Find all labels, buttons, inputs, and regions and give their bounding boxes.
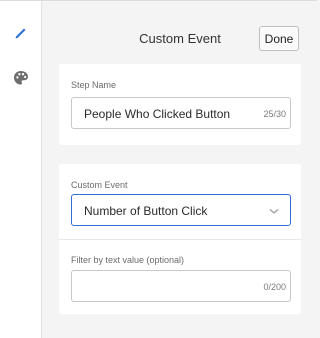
step-name-counter: 25/30	[263, 109, 286, 119]
step-name-value: People Who Clicked Button	[84, 107, 231, 121]
palette-icon	[14, 71, 28, 85]
custom-event-card: Custom Event Number of Button Click Filt…	[59, 164, 301, 314]
left-rail	[0, 1, 42, 338]
main-panel: Custom Event Done Step Name People Who C…	[43, 1, 317, 338]
custom-event-label: Custom Event	[71, 180, 128, 190]
filter-counter: 0/200	[263, 282, 286, 292]
custom-event-select[interactable]: Number of Button Click	[71, 194, 291, 226]
style-tab[interactable]	[0, 63, 42, 93]
panel-header: Custom Event Done	[43, 1, 317, 61]
filter-label: Filter by text value (optional)	[71, 255, 185, 265]
step-name-input[interactable]: People Who Clicked Button 25/30	[71, 97, 291, 129]
card-divider	[59, 239, 301, 240]
step-name-card: Step Name People Who Clicked Button 25/3…	[59, 64, 301, 145]
step-name-label: Step Name	[71, 80, 117, 90]
chevron-down-icon	[269, 209, 279, 214]
filter-input[interactable]: 0/200	[71, 270, 291, 302]
done-button[interactable]: Done	[259, 26, 299, 51]
pencil-icon	[15, 28, 26, 39]
custom-event-selected: Number of Button Click	[84, 204, 208, 218]
edit-tab[interactable]	[0, 17, 42, 47]
